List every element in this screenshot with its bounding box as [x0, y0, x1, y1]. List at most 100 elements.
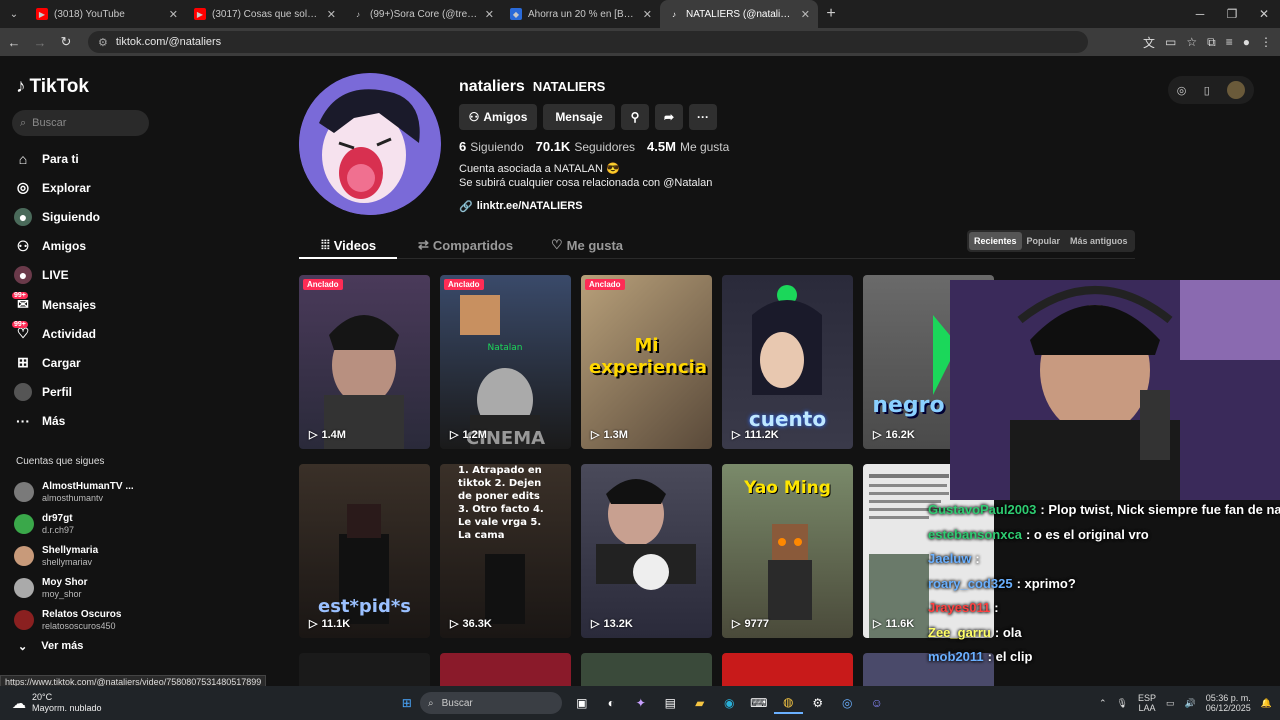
video-card-partial[interactable] — [581, 653, 712, 686]
cast-icon[interactable]: ▭ — [1165, 35, 1176, 49]
video-card-partial[interactable] — [299, 653, 430, 686]
reload-icon[interactable]: ↻ — [54, 34, 78, 50]
video-card[interactable]: 1. Atrapado en tiktok 2. Dejen de poner … — [440, 464, 571, 638]
friends-button[interactable]: ⚇ Amigos — [459, 104, 537, 130]
notification-icon[interactable]: 🔔 — [1261, 698, 1272, 709]
sidebar-item-explorar[interactable]: ◎ Explorar — [14, 173, 154, 202]
followed-account[interactable]: AlmostHumanTV ... almosthumantv — [14, 476, 154, 508]
video-card[interactable]: Anclado ▷ 1.4M — [299, 275, 430, 449]
close-window-icon[interactable]: ✕ — [1248, 0, 1280, 28]
user-avatar-icon[interactable] — [1227, 81, 1246, 99]
clock-date: 06/12/2025 — [1205, 703, 1251, 713]
top-right-actions: ◎ ▯ — [1168, 76, 1254, 104]
site-info-icon[interactable]: ⚙ — [98, 36, 108, 49]
sidebar-item-para-ti[interactable]: ⌂ Para ti — [14, 144, 154, 173]
video-card[interactable]: cuento ▷ 111.2K — [722, 275, 853, 449]
search-input[interactable]: ⌕ Buscar — [12, 110, 149, 136]
sort-popular[interactable]: Popular — [1022, 232, 1066, 250]
extensions-icon[interactable]: ⧉ — [1207, 35, 1216, 50]
sidebar-item-siguiendo[interactable]: ● Siguiendo — [14, 202, 154, 231]
sidebar-item-live[interactable]: ● LIVE — [14, 261, 154, 290]
video-card[interactable]: Anclado Natalan CINEMA ▷ 1.2M — [440, 275, 571, 449]
account-avatar-icon[interactable]: ● — [1243, 35, 1250, 49]
sidebar-item-mensajes[interactable]: ✉ 99+ Mensajes — [12, 290, 154, 319]
reading-list-icon[interactable]: ≡ — [1226, 35, 1233, 49]
tab-liked[interactable]: ♡ Me gusta — [551, 231, 623, 259]
video-card-partial[interactable] — [722, 653, 853, 686]
tab-search-icon[interactable]: ⌄ — [0, 0, 28, 28]
tiktok-logo[interactable]: ♪ TikTok — [16, 76, 89, 98]
maximize-icon[interactable]: ❐ — [1216, 0, 1248, 28]
close-tab-icon[interactable]: ✕ — [169, 8, 178, 21]
close-tab-icon[interactable]: ✕ — [485, 8, 494, 21]
file-explorer-icon[interactable]: ▰ — [685, 692, 715, 714]
video-card[interactable]: Yao Ming ▷ 9777 — [722, 464, 853, 638]
microphone-icon[interactable]: 🎙 — [1117, 698, 1128, 709]
sort-oldest[interactable]: Más antiguos — [1065, 232, 1133, 250]
browser-tab-active[interactable]: ♪ NATALIERS (@nataliers) | TikTok ✕ — [660, 0, 818, 28]
task-view-icon[interactable]: ▣ — [567, 692, 597, 714]
coins-icon[interactable]: ◎ — [1177, 84, 1187, 97]
close-tab-icon[interactable]: ✕ — [643, 8, 652, 21]
sidebar-item-cargar[interactable]: ⊞ Cargar — [14, 348, 154, 377]
discord-icon[interactable]: ☺ — [862, 692, 892, 714]
start-icon[interactable]: ⊞ — [392, 692, 422, 714]
browser-tab[interactable]: ♪ (99+)Sora Core (@trendingsora ✕ — [344, 0, 502, 28]
terminal-icon[interactable]: ⌨ — [744, 692, 774, 714]
video-card[interactable]: Anclado Mi experiencia ▷ 1.3M — [581, 275, 712, 449]
browser-menu-icon[interactable]: ⋮ — [1260, 35, 1272, 49]
see-more-button[interactable]: ⌄ Ver más — [18, 640, 83, 653]
device-icon[interactable]: ▯ — [1204, 84, 1210, 97]
steam-icon[interactable]: ◎ — [833, 692, 863, 714]
sidebar-item-perfil[interactable]: Perfil — [14, 378, 154, 407]
app-icon[interactable]: ⚙ — [803, 692, 833, 714]
back-icon[interactable]: ← — [2, 35, 26, 50]
address-bar[interactable]: ⚙ tiktok.com/@nataliers — [88, 31, 1088, 53]
close-tab-icon[interactable]: ✕ — [327, 8, 336, 21]
volume-icon[interactable]: 🔊 — [1185, 698, 1196, 709]
stat-following[interactable]: 6 Siguiendo — [459, 139, 524, 154]
share-button[interactable]: ➦ — [655, 104, 683, 130]
browser-tab[interactable]: ◆ Ahorra un 20 % en [Bober Bros] ✕ — [502, 0, 660, 28]
video-card[interactable]: ▷ 13.2K — [581, 464, 712, 638]
profile-link[interactable]: 🔗 linktr.ee/NATALIERS — [459, 200, 583, 213]
widget-app-icon[interactable]: ◐ — [597, 692, 627, 714]
chevron-up-icon[interactable]: ⌃ — [1099, 698, 1107, 709]
tab-videos[interactable]: ⦙⦙⦙ Videos — [321, 231, 376, 259]
bookmark-star-icon[interactable]: ☆ — [1186, 35, 1197, 49]
sidebar-item-actividad[interactable]: ♡ 99+ Actividad — [12, 319, 154, 348]
video-card[interactable]: est*pid*s ▷ 11.1K — [299, 464, 430, 638]
follow-options-button[interactable]: ⚲ — [621, 104, 649, 130]
clock[interactable]: 05:36 p. m. 06/12/2025 — [1206, 693, 1251, 713]
followed-account[interactable]: Shellymaria shellymariav — [14, 540, 154, 572]
copilot-icon[interactable]: ✦ — [626, 692, 656, 714]
taskbar-search[interactable]: ⌕ Buscar — [420, 692, 562, 714]
followed-account[interactable]: Moy Shor moy_shor — [14, 572, 154, 604]
chrome-icon[interactable]: ◍ — [773, 692, 803, 714]
video-card-partial[interactable] — [440, 653, 571, 686]
store-icon[interactable]: ▤ — [656, 692, 686, 714]
language-indicator[interactable]: ESP LAA — [1138, 693, 1156, 713]
minimize-icon[interactable]: ─ — [1184, 0, 1216, 28]
more-options-button[interactable]: ··· — [689, 104, 717, 130]
message-button[interactable]: Mensaje — [543, 104, 615, 130]
sidebar-item-label: Explorar — [42, 180, 91, 195]
new-tab-button[interactable]: + — [818, 5, 844, 23]
browser-tab[interactable]: ▶ (3017) Cosas que solo pasan en ✕ — [186, 0, 344, 28]
network-icon[interactable]: ▭ — [1166, 698, 1175, 709]
sort-recent[interactable]: Recientes — [969, 232, 1022, 250]
edge-icon[interactable]: ◉ — [715, 692, 745, 714]
weather-widget[interactable]: ☁ 20°C Mayorm. nublado — [12, 692, 102, 714]
translate-icon[interactable]: 文 — [1143, 34, 1155, 51]
browser-tab[interactable]: ▶ (3018) YouTube ✕ — [28, 0, 186, 28]
followed-account[interactable]: Relatos Oscuros relatososcuros450 — [14, 604, 154, 636]
sidebar-item-mas[interactable]: ··· Más — [14, 407, 154, 436]
account-name: AlmostHumanTV ... — [42, 480, 134, 492]
profile-bio: Cuenta asociada a NATALAN 😎 Se subirá cu… — [459, 162, 712, 190]
followed-account[interactable]: dr97gt d.r.ch97 — [14, 508, 154, 540]
forward-icon[interactable]: → — [28, 35, 52, 50]
close-tab-icon[interactable]: ✕ — [801, 8, 810, 21]
sidebar-item-amigos[interactable]: ⚇ Amigos — [14, 232, 154, 261]
stat-followers[interactable]: 70.1K Seguidores — [536, 139, 635, 154]
tab-shared[interactable]: ⇄ Compartidos — [418, 231, 513, 259]
